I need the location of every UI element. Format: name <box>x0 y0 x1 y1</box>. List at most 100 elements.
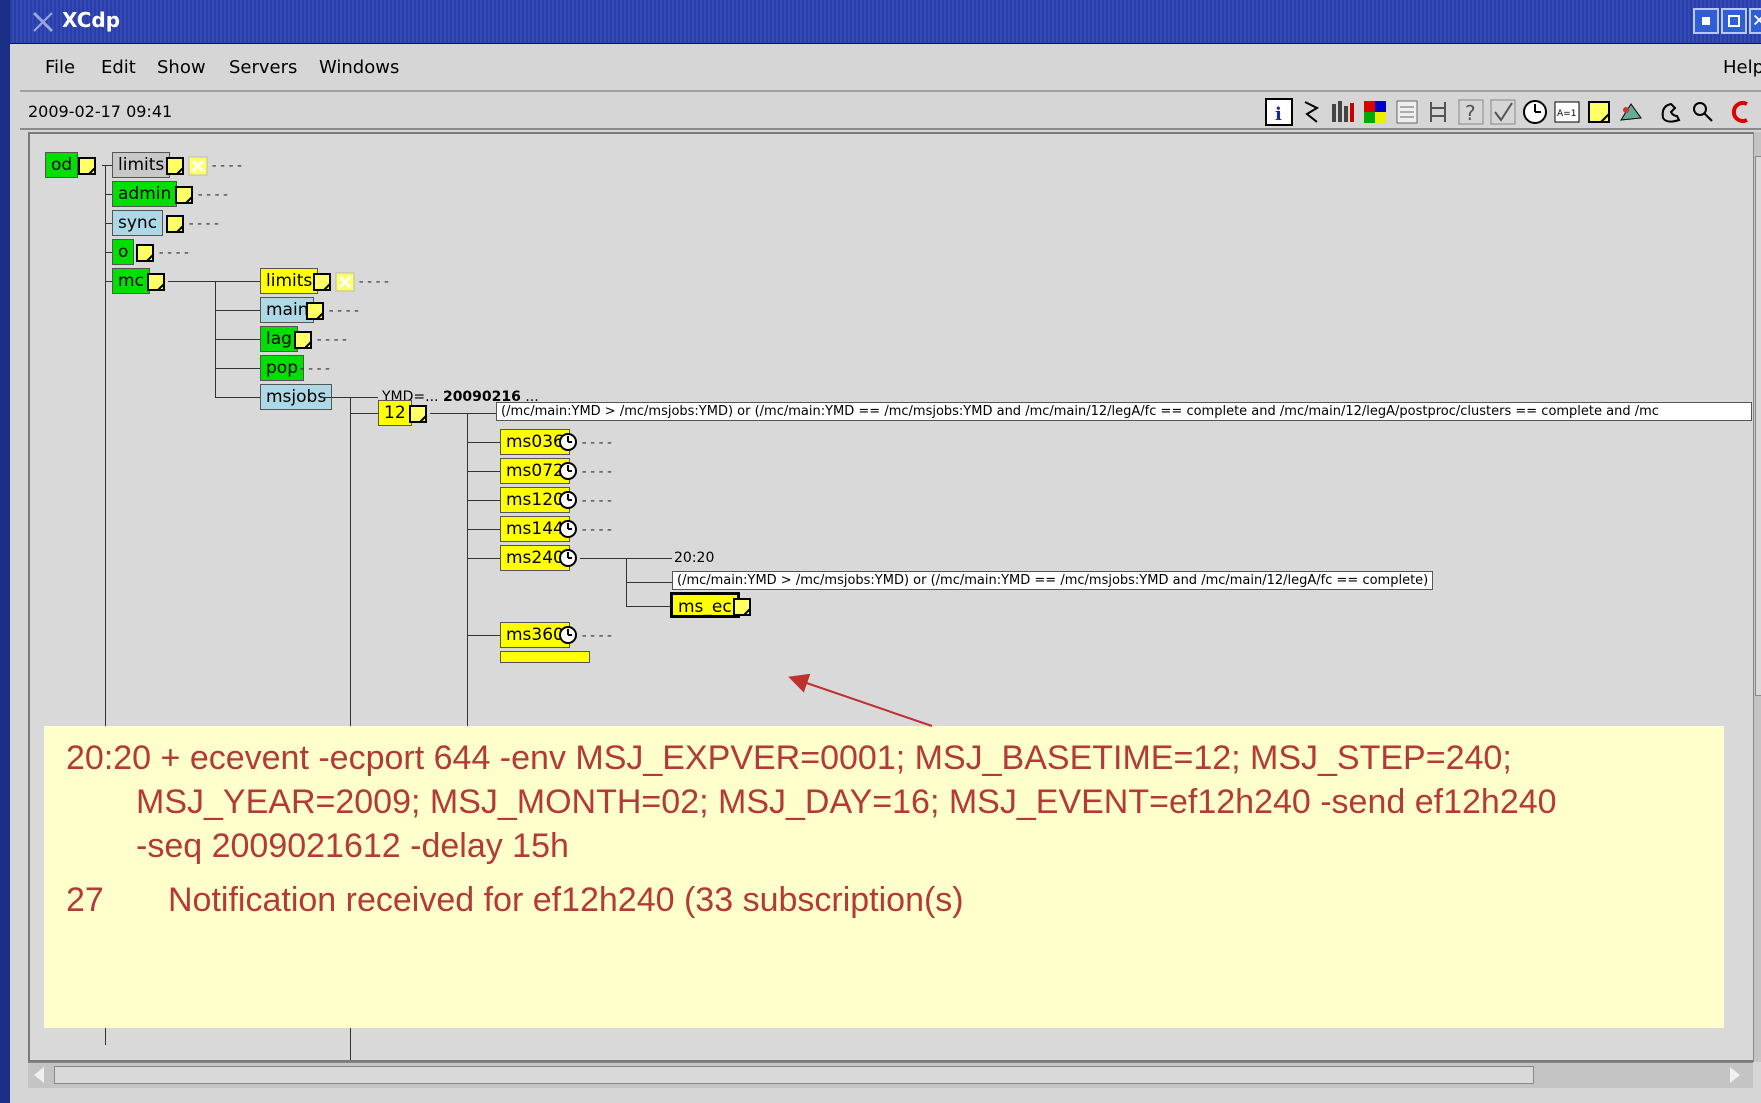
clock-icon[interactable] <box>1521 98 1549 126</box>
note-icon[interactable] <box>408 404 428 424</box>
tree-connector <box>215 310 260 311</box>
limit-icon[interactable] <box>188 156 208 176</box>
tree-connector <box>626 582 672 583</box>
timestamp: 2009-02-17 09:41 <box>28 102 173 121</box>
dashes: ---- <box>580 522 614 538</box>
tree-connector <box>105 281 112 282</box>
window-title: XCdp <box>62 8 121 32</box>
node-admin[interactable]: admin <box>112 181 178 207</box>
colors-icon[interactable] <box>1361 98 1389 126</box>
note-icon[interactable] <box>1585 98 1613 126</box>
annotation-callout: 20:20 + ecevent -ecport 644 -env MSJ_EXP… <box>44 726 1724 1028</box>
menu-file[interactable]: File <box>45 57 75 78</box>
dashes: ---- <box>187 216 221 232</box>
list-icon[interactable] <box>1393 98 1421 126</box>
dashes: ---- <box>210 158 244 174</box>
menu-servers[interactable]: Servers <box>229 57 297 78</box>
trigger-expression-ms-ec: (/mc/main:YMD > /mc/msjobs:YMD) or (/mc/… <box>672 571 1434 590</box>
node-o[interactable]: o <box>112 239 135 265</box>
tree-connector <box>320 397 378 398</box>
tree-connector <box>105 252 112 253</box>
trigger-expression-12: (/mc/main:YMD > /mc/msjobs:YMD) or (/mc/… <box>496 402 1752 421</box>
limit-icon[interactable] <box>335 272 355 292</box>
scroll-thumb[interactable] <box>1755 156 1761 696</box>
check-icon[interactable] <box>1489 98 1517 126</box>
quit-icon[interactable] <box>1731 98 1759 126</box>
horizontal-scrollbar[interactable] <box>28 1062 1753 1088</box>
node-sync[interactable]: sync <box>112 210 164 236</box>
callout-command: 20:20 + ecevent -ecport 644 -env MSJ_EXP… <box>66 739 1557 865</box>
menu-windows[interactable]: Windows <box>319 57 399 78</box>
title-bar[interactable]: XCdp <box>10 0 1761 44</box>
clock-icon[interactable] <box>557 624 579 646</box>
dashes: ---- <box>580 435 614 451</box>
note-icon[interactable] <box>293 330 313 350</box>
svg-text:?: ? <box>1465 101 1476 125</box>
dashes: ---- <box>580 464 614 480</box>
menu-help[interactable]: Help <box>1723 57 1761 78</box>
dashes: ---- <box>196 187 230 203</box>
tree-connector <box>467 471 500 472</box>
search-icon[interactable] <box>1689 98 1717 126</box>
paint-icon[interactable] <box>1617 98 1645 126</box>
tree-connector <box>105 165 112 166</box>
minimize-button[interactable] <box>1693 8 1719 34</box>
x-logo-icon <box>32 11 54 33</box>
bars-icon[interactable] <box>1329 98 1357 126</box>
close-icon <box>1753 14 1761 26</box>
time-label: 20:20 <box>674 550 715 566</box>
maximize-button[interactable] <box>1721 8 1747 34</box>
tree-connector <box>467 442 500 443</box>
note-icon[interactable] <box>165 214 185 234</box>
status-bar: 2009-02-17 09:41 i ? A=1 <box>20 94 1761 130</box>
note-icon[interactable] <box>305 301 325 321</box>
tree-connector <box>467 500 500 501</box>
note-icon[interactable] <box>732 597 752 617</box>
menu-show[interactable]: Show <box>157 57 206 78</box>
node-mc[interactable]: mc <box>112 268 150 294</box>
tree-connector <box>105 223 112 224</box>
dashes: ---- <box>580 493 614 509</box>
clock-icon[interactable] <box>557 518 579 540</box>
node-limits[interactable]: limits <box>112 152 171 178</box>
dashes: ---- <box>298 361 332 377</box>
scroll-thumb[interactable] <box>54 1066 1534 1084</box>
tree-connector <box>430 413 496 414</box>
tree-connector <box>215 397 260 398</box>
vertical-scrollbar[interactable] <box>1753 132 1761 1062</box>
node-partial[interactable] <box>500 651 590 663</box>
menu-edit[interactable]: Edit <box>101 57 136 78</box>
dashes: ---- <box>580 628 614 644</box>
info-icon[interactable]: i <box>1265 98 1293 126</box>
clock-icon[interactable] <box>557 431 579 453</box>
dashes: ---- <box>315 332 349 348</box>
a1-icon[interactable]: A=1 <box>1553 98 1581 126</box>
note-icon[interactable] <box>77 156 97 176</box>
clock-icon[interactable] <box>557 547 579 569</box>
tree-connector <box>626 606 670 607</box>
tree-connector <box>168 281 260 282</box>
note-icon[interactable] <box>165 156 185 176</box>
tree-icon[interactable] <box>1425 98 1453 126</box>
clock-icon[interactable] <box>557 460 579 482</box>
refresh-icon[interactable] <box>1297 98 1325 126</box>
dashes: ---- <box>157 245 191 261</box>
node-12[interactable]: 12 <box>378 400 412 426</box>
clock-icon[interactable] <box>557 489 579 511</box>
close-button[interactable] <box>1749 8 1761 34</box>
help-icon[interactable]: ? <box>1457 98 1485 126</box>
note-icon[interactable] <box>135 243 155 263</box>
note-icon[interactable] <box>312 272 332 292</box>
node-ms-ec[interactable]: ms_ec <box>670 592 740 618</box>
tree-connector <box>105 194 112 195</box>
node-limits-mc[interactable]: limits <box>260 268 319 294</box>
tree-connector <box>215 368 260 369</box>
note-icon[interactable] <box>146 272 166 292</box>
tree-connector <box>215 339 260 340</box>
scroll-left-icon[interactable] <box>34 1067 44 1083</box>
phone-icon[interactable] <box>1657 98 1685 126</box>
node-od[interactable]: od <box>45 152 79 178</box>
scroll-right-icon[interactable] <box>1730 1067 1740 1083</box>
callout-log-line: 27 Notification received for ef12h240 (33… <box>66 881 964 919</box>
note-icon[interactable] <box>174 185 194 205</box>
